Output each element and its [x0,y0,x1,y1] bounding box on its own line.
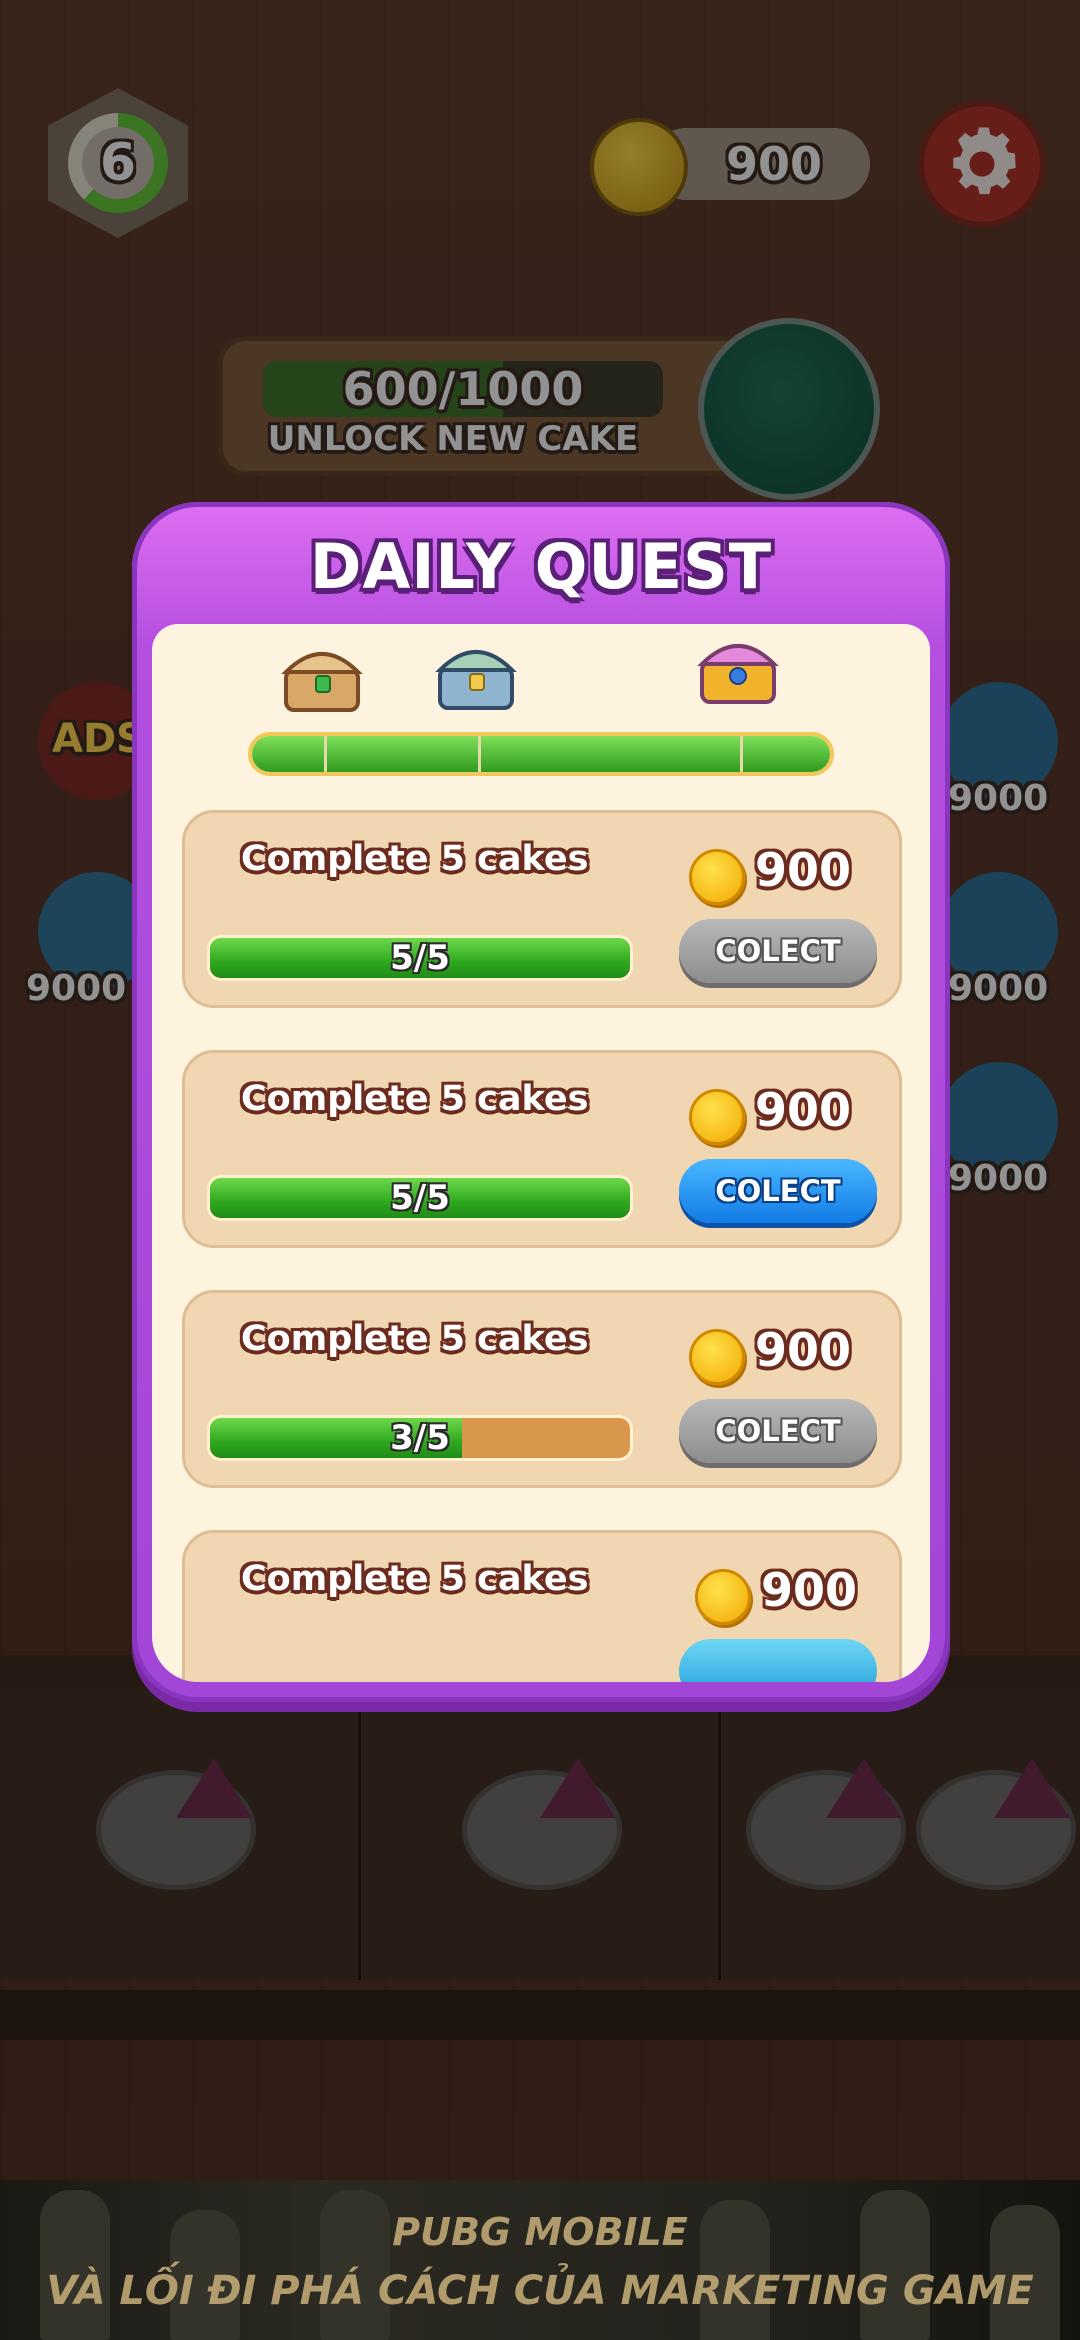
quest-name: Complete 5 cakes [241,1319,589,1359]
quest-progress-bar: 5/5 [207,935,633,981]
quest-progress-count: 3/5 [390,1418,450,1458]
collect-button[interactable]: COLECT [679,1159,877,1223]
coin-icon [689,849,745,905]
chest-icon-gold[interactable] [696,632,780,706]
quest-name: Complete 5 cakes [241,1079,589,1119]
ad-subtitle: VÀ LỐI ĐI PHÁ CÁCH CỦA MARKETING GAME [46,2268,1034,2314]
coin-icon [695,1569,751,1625]
quest-card: Complete 5 cakes 900 5/5 COLECT [182,1050,902,1248]
coin-icon [689,1089,745,1145]
modal-title: DAILY QUEST [309,530,773,603]
quest-progress-bar: 3/5 [207,1415,633,1461]
collect-button[interactable] [679,1639,877,1682]
collect-button[interactable]: COLECT [679,1399,877,1463]
milestone-progress-fill [252,736,830,772]
quest-card: Complete 5 cakes 900 3/5 COLECT [182,1290,902,1488]
quest-card: Complete 5 cakes 900 [182,1530,902,1682]
quest-progress-bar: 5/5 [207,1175,633,1221]
quest-progress-count: 5/5 [390,1178,450,1218]
quest-name: Complete 5 cakes [241,839,589,879]
quest-reward: 900 [755,1083,852,1137]
quest-progress-count: 5/5 [390,938,450,978]
quest-name: Complete 5 cakes [241,1559,589,1599]
milestone-progress-bar [248,732,834,776]
quest-card: Complete 5 cakes 900 5/5 COLECT [182,810,902,1008]
collect-button[interactable]: COLECT [679,919,877,983]
quest-list[interactable]: Complete 5 cakes 900 5/5 COLECT Complete… [152,624,930,1682]
coin-icon [689,1329,745,1385]
daily-quest-modal: DAILY QUEST Complete 5 cakes 900 5/5 COL… [132,502,950,1702]
quest-reward: 900 [761,1563,858,1617]
ad-banner[interactable] [0,2180,1080,2340]
quest-reward: 900 [755,843,852,897]
ad-title: PUBG MOBILE [392,2210,688,2254]
chest-icon-bronze[interactable] [280,640,364,714]
chest-icon-silver[interactable] [434,638,518,712]
quest-reward: 900 [755,1323,852,1377]
